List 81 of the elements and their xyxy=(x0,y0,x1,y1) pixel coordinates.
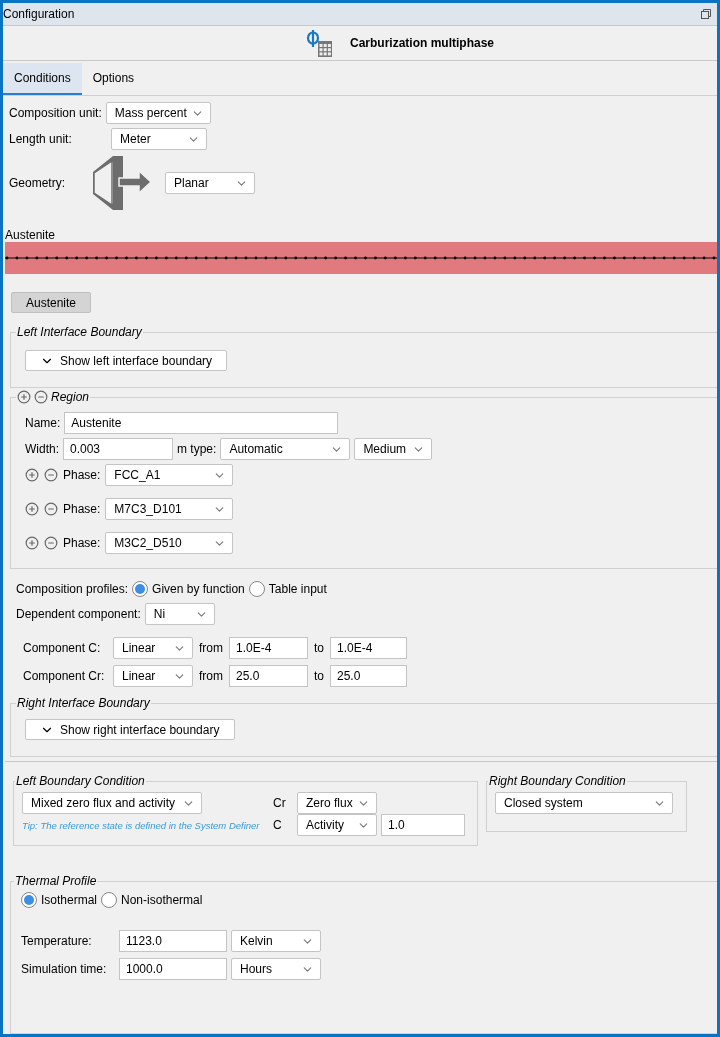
field-label: Simulation time: xyxy=(21,962,108,976)
configuration-title: Carburization multiphase xyxy=(350,36,494,51)
from-field[interactable]: 1.0E-4 xyxy=(229,637,308,659)
tab[interactable]: Conditions xyxy=(3,63,82,95)
field-label: from xyxy=(199,641,223,655)
remove-icon[interactable] xyxy=(34,390,48,404)
dropdown[interactable]: Closed system xyxy=(495,792,673,814)
calculator-icon xyxy=(306,29,334,58)
field-label: Geometry: xyxy=(9,176,66,190)
field-label: m type: xyxy=(177,442,217,456)
add-icon[interactable] xyxy=(25,502,39,516)
remove-icon[interactable] xyxy=(44,468,58,482)
radio-option[interactable]: Given by function xyxy=(132,581,245,597)
field-label: Component C: xyxy=(23,641,102,655)
value-field[interactable]: 1123.0 xyxy=(119,930,227,952)
field-label: Length unit: xyxy=(9,132,73,146)
to-field[interactable]: 1.0E-4 xyxy=(330,637,407,659)
remove-icon[interactable] xyxy=(44,502,58,516)
dropdown[interactable]: M7C3_D101 xyxy=(105,498,234,520)
remove-icon[interactable] xyxy=(44,536,58,550)
dropdown[interactable]: Medium xyxy=(354,438,433,460)
radio-button[interactable] xyxy=(101,892,118,908)
radio-option[interactable]: Isothermal xyxy=(21,892,98,908)
name-field[interactable]: Austenite xyxy=(64,412,339,434)
restore-icon[interactable] xyxy=(701,9,711,20)
radio-button[interactable] xyxy=(248,581,265,597)
add-icon[interactable] xyxy=(25,468,39,482)
dropdown[interactable]: M3C2_D510 xyxy=(105,532,234,554)
radio-option[interactable]: Table input xyxy=(248,581,327,597)
dropdown[interactable]: Ni xyxy=(144,603,215,625)
add-icon[interactable] xyxy=(25,536,39,550)
group-title: Thermal Profile xyxy=(14,874,98,888)
field-label: Name: xyxy=(25,416,61,430)
from-field[interactable]: 25.0 xyxy=(229,665,308,687)
dropdown[interactable]: Kelvin xyxy=(231,930,321,952)
dropdown[interactable]: Hours xyxy=(231,958,321,980)
field-label: Phase: xyxy=(63,502,101,516)
element-label: C xyxy=(273,818,283,832)
field-label: Composition unit: xyxy=(9,106,102,120)
region-button[interactable]: Austenite xyxy=(11,292,91,313)
geometry-drawing xyxy=(91,156,153,210)
radio-button[interactable] xyxy=(132,581,149,597)
dropdown[interactable]: Mixed zero flux and activity xyxy=(22,792,202,814)
value-field[interactable]: 1000.0 xyxy=(119,958,227,980)
dropdown[interactable]: Mass percent xyxy=(105,102,211,124)
field-label: Dependent component: xyxy=(16,607,141,621)
field-label: Width: xyxy=(25,442,59,456)
tab[interactable]: Options xyxy=(81,63,146,95)
dropdown[interactable]: FCC_A1 xyxy=(105,464,234,486)
field-label: from xyxy=(199,669,223,683)
group-title: Region xyxy=(51,390,90,404)
field-label: Component Cr: xyxy=(23,669,106,683)
dropdown[interactable]: Planar xyxy=(165,172,255,194)
activity-field[interactable]: 1.0 xyxy=(381,814,465,836)
group-title: Left Interface Boundary xyxy=(16,325,143,339)
dropdown[interactable]: Linear xyxy=(113,665,193,687)
add-icon[interactable] xyxy=(17,390,31,404)
to-field[interactable]: 25.0 xyxy=(330,665,407,687)
group-title: Right Interface Boundary xyxy=(16,696,151,710)
dropdown[interactable]: Zero flux xyxy=(297,792,377,814)
field-label: to xyxy=(314,669,324,683)
field-label: Composition profiles: xyxy=(16,582,129,596)
group-title: Left Boundary Condition xyxy=(15,774,146,788)
field-label: to xyxy=(314,641,324,655)
element-label: Cr xyxy=(273,796,287,810)
radio-button[interactable] xyxy=(21,892,37,908)
tip-text: Tip: The reference state is defined in the System Definer xyxy=(22,820,261,831)
show-boundary-button[interactable]: Show left interface boundary xyxy=(25,350,227,371)
dropdown[interactable]: Automatic xyxy=(220,438,351,460)
dropdown[interactable]: Activity xyxy=(297,814,377,836)
dropdown[interactable]: Meter xyxy=(111,128,207,150)
field-label: Phase: xyxy=(63,468,101,482)
radio-option[interactable]: Non-isothermal xyxy=(101,892,203,908)
width-field[interactable]: 0.003 xyxy=(63,438,173,460)
show-boundary-button[interactable]: Show right interface boundary xyxy=(25,719,235,740)
dropdown[interactable]: Linear xyxy=(113,637,193,659)
field-label: Phase: xyxy=(63,536,101,550)
field-label: Temperature: xyxy=(21,934,93,948)
group-title: Right Boundary Condition xyxy=(488,774,627,788)
region-label: Austenite xyxy=(5,228,57,242)
window-title: Configuration xyxy=(3,7,75,22)
